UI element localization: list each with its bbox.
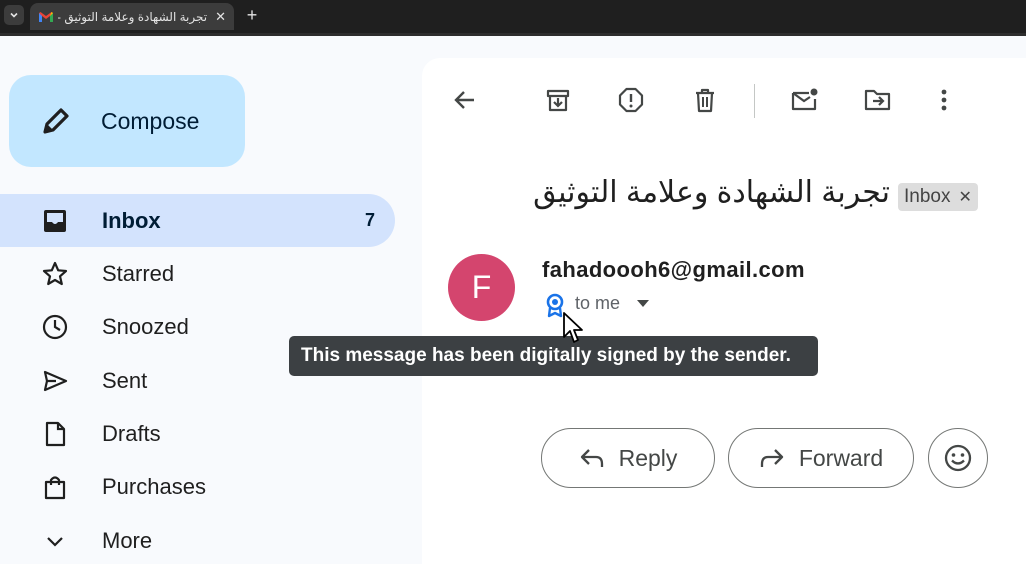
report-spam-icon — [618, 87, 644, 113]
reply-icon — [580, 449, 603, 467]
sidebar-item-label: Sent — [102, 367, 148, 393]
chevron-down-icon — [10, 12, 18, 18]
sidebar-item-label: Inbox — [102, 207, 161, 233]
sidebar-item-label: Drafts — [102, 420, 161, 446]
tab-title: تجربة الشهادة وعلامة التوثيق - ail — [58, 9, 208, 24]
mark-unread-button[interactable] — [790, 85, 820, 115]
move-to-button[interactable] — [863, 85, 893, 115]
delete-icon — [696, 88, 714, 113]
send-icon — [40, 366, 70, 396]
emoji-reaction-button[interactable] — [928, 428, 988, 488]
clock-icon — [40, 312, 70, 342]
signature-tooltip: This message has been digitally signed b… — [289, 336, 818, 376]
compose-button[interactable]: Compose — [9, 75, 245, 167]
sidebar-item-purchases[interactable]: Purchases — [0, 460, 395, 513]
reply-button[interactable]: Reply — [541, 428, 715, 488]
sidebar-item-label: Starred — [102, 260, 175, 286]
sidebar-item-label: Purchases — [102, 473, 206, 499]
avatar[interactable]: F — [448, 254, 515, 321]
chevron-down-icon — [40, 526, 70, 556]
inbox-label-chip: Inbox ✕ — [898, 183, 978, 211]
forward-button[interactable]: Forward — [728, 428, 914, 488]
forward-label: Forward — [798, 444, 884, 471]
report-spam-button[interactable] — [616, 85, 646, 115]
gmail-icon — [39, 11, 53, 22]
compose-label: Compose — [101, 107, 200, 134]
mark-unread-icon — [791, 88, 818, 111]
sidebar-item-drafts[interactable]: Drafts — [0, 407, 395, 460]
remove-label-icon[interactable]: ✕ — [958, 187, 971, 207]
tab-close-icon[interactable]: ✕ — [215, 9, 226, 25]
new-tab-button[interactable]: + — [242, 5, 262, 25]
mouse-cursor-icon — [563, 312, 583, 343]
message-pane — [422, 58, 1026, 564]
sidebar-item-starred[interactable]: Starred — [0, 247, 395, 300]
forward-icon — [760, 449, 783, 467]
more-options-button[interactable] — [929, 85, 959, 115]
inbox-icon — [40, 206, 70, 236]
label-chip-text: Inbox — [904, 186, 951, 207]
message-subject: تجربة الشهادة وعلامة التوثيق — [533, 176, 890, 209]
toolbar-divider — [754, 84, 755, 118]
archive-button[interactable] — [543, 85, 573, 115]
tab-search-button[interactable] — [4, 5, 24, 25]
sidebar-item-label: Snoozed — [102, 313, 189, 339]
archive-icon — [546, 89, 570, 112]
more-vert-icon — [941, 89, 947, 111]
bag-icon — [40, 472, 70, 502]
back-arrow-icon — [454, 91, 474, 109]
delete-button[interactable] — [690, 85, 720, 115]
back-button[interactable] — [450, 85, 480, 115]
sidebar-item-inbox[interactable]: Inbox 7 — [0, 194, 395, 247]
star-icon — [40, 259, 70, 289]
move-to-icon — [864, 89, 891, 111]
unread-count: 7 — [364, 210, 375, 230]
browser-tab-strip: تجربة الشهادة وعلامة التوثيق - ail ✕ + — [0, 0, 1026, 33]
pencil-icon — [43, 108, 69, 134]
sender-email[interactable]: fahadoooh6@gmail.com — [542, 257, 805, 283]
reply-label: Reply — [618, 444, 678, 471]
smiley-icon — [944, 444, 972, 472]
caret-down-icon[interactable] — [636, 298, 650, 308]
browser-tab[interactable]: تجربة الشهادة وعلامة التوثيق - ail ✕ — [30, 3, 234, 30]
sidebar-item-label: More — [102, 527, 153, 553]
draft-icon — [40, 419, 70, 449]
toolbar-edge — [0, 33, 1026, 36]
sidebar-item-more[interactable]: More — [0, 514, 395, 564]
